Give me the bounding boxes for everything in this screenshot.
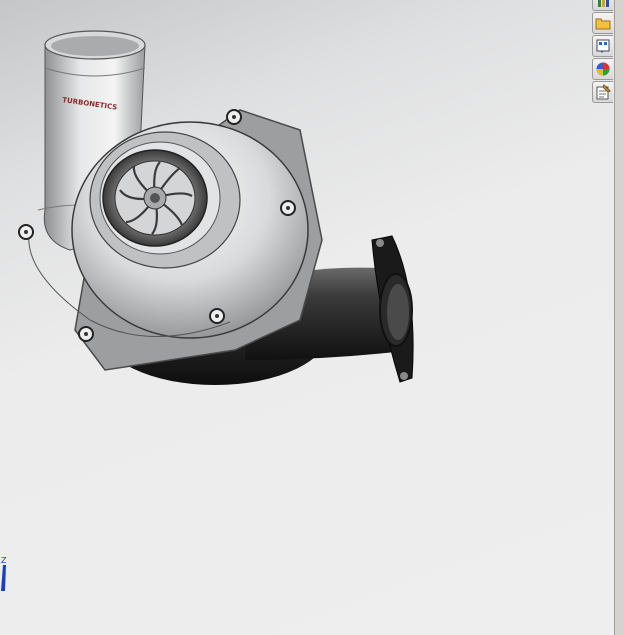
compressor-wheel (102, 149, 208, 247)
turbocharger-model[interactable]: TURBONETICS (0, 0, 614, 635)
tab-resources[interactable] (592, 0, 613, 11)
coordinate-triad: Z (1, 556, 7, 591)
resources-icon (598, 0, 609, 7)
custom-properties-icon (596, 84, 611, 100)
tab-design-library[interactable] (592, 12, 613, 34)
view-palette-icon (596, 39, 610, 53)
tab-view-palette[interactable] (592, 35, 613, 57)
tab-custom-properties[interactable] (592, 81, 613, 103)
folder-icon (595, 18, 611, 30)
appearances-icon (596, 62, 610, 76)
graphics-area[interactable]: TURBONETICS Z (0, 0, 614, 635)
tab-appearances[interactable] (592, 58, 613, 80)
task-pane-tabs (592, 0, 614, 110)
task-pane (614, 0, 623, 635)
triad-z-label: Z (1, 556, 7, 565)
